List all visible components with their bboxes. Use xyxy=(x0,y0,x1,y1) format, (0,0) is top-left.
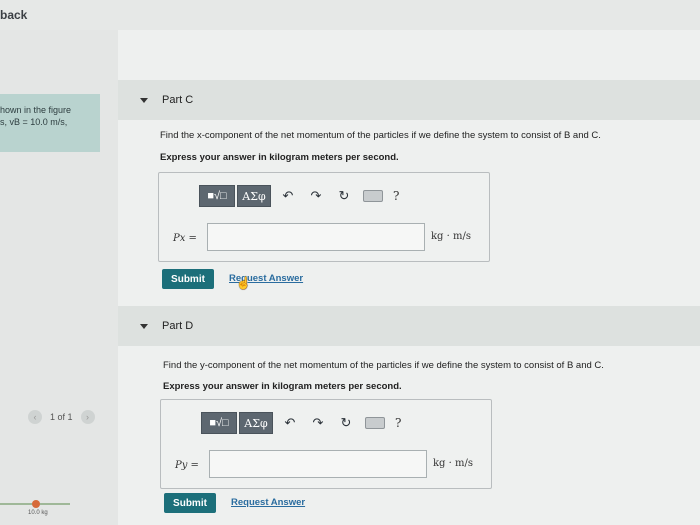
part-d-answer-box: ■√□ ΑΣφ ↶ ↷ ↻ ? Py = kg · m/s xyxy=(160,399,492,489)
part-d-toolbar: ■√□ ΑΣφ ↶ ↷ ↻ ? xyxy=(201,412,421,434)
part-d-unit: kg · m/s xyxy=(433,458,473,469)
caret-down-icon xyxy=(140,323,148,329)
part-d-submit-button[interactable]: Submit xyxy=(164,493,216,513)
thumbnail-particle xyxy=(32,500,40,508)
undo-icon[interactable]: ↶ xyxy=(277,185,299,207)
part-d-instruction: Express your answer in kilogram meters p… xyxy=(163,381,402,392)
keyboard-icon[interactable] xyxy=(363,190,383,202)
part-d-request-answer-link[interactable]: Request Answer xyxy=(231,497,305,508)
chevron-left-icon[interactable]: ‹ xyxy=(28,410,42,424)
figure-note-line-2: s, vB = 10.0 m/s, xyxy=(0,117,68,127)
figure-pager: ‹ 1 of 1 › xyxy=(28,408,98,426)
figure-thumbnail[interactable]: 10.0 kg xyxy=(0,488,90,518)
greek-symbols-button[interactable]: ΑΣφ xyxy=(237,185,271,207)
part-c-toolbar: ■√□ ΑΣφ ↶ ↷ ↻ ? xyxy=(199,185,419,207)
part-c-submit-button[interactable]: Submit xyxy=(162,269,214,289)
part-d-answer-input[interactable] xyxy=(209,450,427,478)
templates-button[interactable]: ■√□ xyxy=(199,185,235,207)
keyboard-icon[interactable] xyxy=(365,417,385,429)
reset-icon[interactable]: ↻ xyxy=(335,412,357,434)
part-d-question: Find the y-component of the net momentum… xyxy=(163,360,604,371)
figure-note: hown in the figure s, vB = 10.0 m/s, xyxy=(0,94,100,152)
pager-text: 1 of 1 xyxy=(50,412,73,422)
figure-note-line-1: hown in the figure xyxy=(0,105,72,115)
part-d-title: Part D xyxy=(162,320,194,332)
undo-icon[interactable]: ↶ xyxy=(279,412,301,434)
greek-symbols-button[interactable]: ΑΣφ xyxy=(239,412,273,434)
part-c-instruction: Express your answer in kilogram meters p… xyxy=(160,152,399,163)
part-c-answer-box: ■√□ ΑΣφ ↶ ↷ ↻ ? Px = kg · m/s xyxy=(158,172,490,262)
part-c-header[interactable]: Part C xyxy=(118,80,700,120)
templates-button[interactable]: ■√□ xyxy=(201,412,237,434)
mouse-cursor-icon: ☝ xyxy=(236,276,251,290)
part-c-title: Part C xyxy=(162,94,194,106)
top-bar: back xyxy=(0,0,700,30)
help-button[interactable]: ? xyxy=(395,416,401,430)
caret-down-icon xyxy=(140,97,148,103)
thumbnail-label: 10.0 kg xyxy=(28,510,48,516)
part-c-answer-input[interactable] xyxy=(207,223,425,251)
part-c-question: Find the x-component of the net momentum… xyxy=(160,130,601,141)
part-c-unit: kg · m/s xyxy=(431,231,471,242)
help-button[interactable]: ? xyxy=(393,189,399,203)
reset-icon[interactable]: ↻ xyxy=(333,185,355,207)
feedback-link[interactable]: back xyxy=(0,8,27,22)
part-c-variable-label: Px = xyxy=(173,233,197,244)
chevron-right-icon[interactable]: › xyxy=(80,410,95,424)
redo-icon[interactable]: ↷ xyxy=(305,185,327,207)
redo-icon[interactable]: ↷ xyxy=(307,412,329,434)
part-d-variable-label: Py = xyxy=(175,460,199,471)
part-d-header[interactable]: Part D xyxy=(118,306,700,346)
